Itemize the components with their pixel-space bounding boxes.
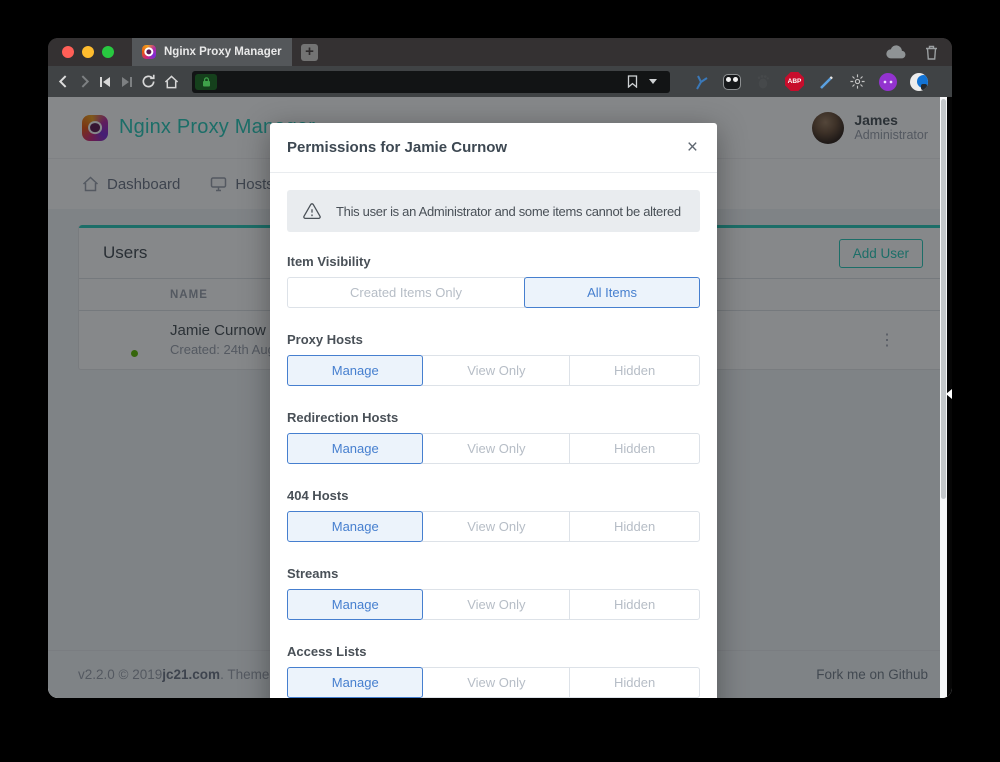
- minimize-window-button[interactable]: [82, 46, 94, 58]
- extension-adblock-plus-icon[interactable]: ABP: [785, 72, 804, 91]
- permission-groups: Item Visibility Created Items OnlyAll Ite…: [287, 254, 700, 698]
- close-window-button[interactable]: [62, 46, 74, 58]
- back-button[interactable]: [57, 75, 70, 88]
- option-created-items-only-button[interactable]: Created Items Only: [287, 277, 525, 308]
- extension-purple-icon[interactable]: [879, 73, 897, 91]
- rewind-button[interactable]: [99, 76, 112, 88]
- tab-favicon: [142, 45, 156, 59]
- browser-window: Nginx Proxy Manager +: [48, 38, 952, 698]
- option-hidden-button[interactable]: Hidden: [569, 511, 700, 542]
- extension-goggles-icon[interactable]: [723, 73, 741, 91]
- permission-group-label: Proxy Hosts: [287, 332, 700, 347]
- option-hidden-button[interactable]: Hidden: [569, 433, 700, 464]
- screenshot-root: Nginx Proxy Manager +: [0, 0, 1000, 762]
- option-manage-button[interactable]: Manage: [287, 355, 423, 386]
- home-button[interactable]: [164, 75, 179, 89]
- option-hidden-button[interactable]: Hidden: [569, 589, 700, 620]
- trash-icon[interactable]: [925, 45, 938, 60]
- tab-title: Nginx Proxy Manager: [164, 46, 282, 58]
- option-view-only-button[interactable]: View Only: [422, 433, 570, 464]
- permission-group-label: Item Visibility: [287, 254, 700, 269]
- extension-blue-fork-icon[interactable]: [692, 73, 710, 91]
- permission-options: ManageView OnlyHidden: [287, 355, 700, 386]
- option-manage-button[interactable]: Manage: [287, 433, 423, 464]
- ssl-lock-icon[interactable]: [195, 74, 217, 90]
- permission-options: ManageView OnlyHidden: [287, 589, 700, 620]
- modal-title: Permissions for Jamie Curnow: [287, 139, 507, 156]
- address-bar[interactable]: [192, 71, 670, 93]
- permission-group: Proxy Hosts ManageView OnlyHidden: [287, 332, 700, 386]
- extension-atom-icon[interactable]: [848, 73, 866, 91]
- extension-stylus-pen-icon[interactable]: [817, 73, 835, 91]
- option-hidden-button[interactable]: Hidden: [569, 667, 700, 698]
- permission-group-label: Redirection Hosts: [287, 410, 700, 425]
- option-manage-button[interactable]: Manage: [287, 511, 423, 542]
- extension-bar: ABP: [692, 72, 928, 91]
- permissions-modal: Permissions for Jamie Curnow × This user…: [270, 123, 717, 698]
- permission-options: ManageView OnlyHidden: [287, 511, 700, 542]
- scrollbar-thumb[interactable]: [941, 99, 946, 499]
- extension-blue-circle-icon[interactable]: [910, 73, 928, 91]
- modal-header: Permissions for Jamie Curnow ×: [270, 123, 717, 173]
- permission-group: Item Visibility Created Items OnlyAll Ite…: [287, 254, 700, 308]
- new-tab-button[interactable]: +: [301, 44, 318, 61]
- permission-options: ManageView OnlyHidden: [287, 433, 700, 464]
- page-viewport: Nginx Proxy Manager James Administrator …: [48, 97, 952, 698]
- option-all-items-button[interactable]: All Items: [524, 277, 700, 308]
- admin-alert-text: This user is an Administrator and some i…: [336, 204, 681, 219]
- forward-button[interactable]: [78, 75, 91, 88]
- panel-toggle-arrow-icon[interactable]: [946, 389, 952, 399]
- modal-close-button[interactable]: ×: [685, 138, 700, 157]
- option-view-only-button[interactable]: View Only: [422, 355, 570, 386]
- option-view-only-button[interactable]: View Only: [422, 589, 570, 620]
- option-hidden-button[interactable]: Hidden: [569, 355, 700, 386]
- permission-group: Access Lists ManageView OnlyHidden: [287, 644, 700, 698]
- browser-tab[interactable]: Nginx Proxy Manager: [132, 38, 292, 66]
- browser-toolbar: ABP: [48, 66, 952, 97]
- reload-button[interactable]: [141, 74, 156, 89]
- modal-body: This user is an Administrator and some i…: [270, 173, 717, 698]
- bookmark-icon[interactable]: [627, 75, 638, 88]
- permission-group: 404 Hosts ManageView OnlyHidden: [287, 488, 700, 542]
- admin-alert: This user is an Administrator and some i…: [287, 190, 700, 232]
- option-view-only-button[interactable]: View Only: [422, 511, 570, 542]
- permission-group-label: Streams: [287, 566, 700, 581]
- permission-group-label: 404 Hosts: [287, 488, 700, 503]
- bookmark-dropdown-caret[interactable]: [649, 79, 657, 84]
- extension-footprint-icon[interactable]: [754, 73, 772, 91]
- option-view-only-button[interactable]: View Only: [422, 667, 570, 698]
- fast-forward-button[interactable]: [120, 76, 133, 88]
- permission-options: ManageView OnlyHidden: [287, 667, 700, 698]
- option-manage-button[interactable]: Manage: [287, 667, 423, 698]
- permission-group: Streams ManageView OnlyHidden: [287, 566, 700, 620]
- option-manage-button[interactable]: Manage: [287, 589, 423, 620]
- permission-group: Redirection Hosts ManageView OnlyHidden: [287, 410, 700, 464]
- permission-options: Created Items OnlyAll Items: [287, 277, 700, 308]
- warning-triangle-icon: [303, 203, 321, 220]
- zoom-window-button[interactable]: [102, 46, 114, 58]
- permission-group-label: Access Lists: [287, 644, 700, 659]
- browser-tab-bar: Nginx Proxy Manager +: [48, 38, 952, 66]
- sync-cloud-icon[interactable]: [885, 45, 907, 59]
